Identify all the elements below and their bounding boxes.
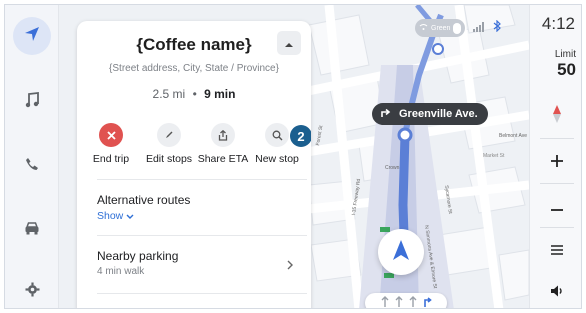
rail-car-button[interactable] (13, 211, 51, 249)
chevron-up-icon (285, 34, 293, 52)
chevron-right-icon (287, 257, 293, 275)
lane-right-icon (423, 294, 432, 308)
zoom-out-button[interactable] (534, 185, 580, 225)
share-eta-label: Share ETA (197, 153, 249, 165)
rail-phone-button[interactable] (13, 147, 51, 185)
next-turn-banner: Greenville Ave. (372, 103, 488, 125)
new-stop-label: New stop (255, 153, 299, 165)
volume-button[interactable] (534, 271, 580, 308)
menu-button[interactable] (534, 229, 580, 269)
share-eta-button[interactable]: Share ETA (192, 123, 254, 165)
street-label: Belmont Ave (499, 133, 527, 139)
show-routes-label: Show (97, 210, 124, 222)
edit-stops-label: Edit stops (145, 153, 193, 165)
destination-address: {Street address, City, State / Province} (109, 63, 279, 74)
zoom-in-icon (551, 150, 563, 173)
divider (97, 179, 307, 180)
nearby-parking-title: Nearby parking (97, 249, 179, 263)
lane-straight-icon (381, 294, 389, 308)
rail-navigation-button[interactable] (13, 17, 51, 55)
divider (97, 235, 307, 236)
volume-icon (550, 280, 564, 303)
divider (540, 183, 574, 184)
nearby-parking-subtitle: 4 min walk (97, 266, 145, 277)
turn-right-icon (380, 107, 391, 121)
street-label: Market St (483, 153, 505, 159)
clock: 4:12 (541, 14, 575, 33)
recenter-button[interactable] (378, 229, 424, 275)
end-trip-button[interactable]: End trip (80, 123, 142, 165)
music-icon (25, 91, 39, 113)
chevron-down-icon (126, 210, 134, 222)
eta-separator: • (192, 87, 197, 101)
lane-guidance (365, 293, 447, 308)
destination-title: {Coffee name} (136, 35, 252, 54)
phone-icon (25, 157, 39, 176)
trip-distance: 2.5 mi (152, 87, 186, 101)
step-badge: 2 (290, 125, 311, 147)
wifi-icon (419, 23, 428, 33)
status-bar: Green (415, 19, 501, 37)
lane-straight-icon (409, 294, 417, 308)
speed-limit-sign: Limit 50 (534, 49, 580, 80)
zoom-out-icon (551, 194, 563, 217)
trip-actions: End trip Edit stops Share ETA New stop (77, 123, 311, 167)
zoom-in-button[interactable] (534, 141, 580, 181)
lane-straight-icon (395, 294, 403, 308)
app-rail (5, 5, 59, 308)
signal-icon (473, 19, 485, 37)
status-pill[interactable]: Green (415, 19, 465, 37)
show-routes-link[interactable]: Show (97, 210, 307, 222)
speed-limit-value: 50 (557, 60, 576, 79)
end-trip-label: End trip (92, 153, 130, 165)
alternative-routes-section: Alternative routes Show (97, 193, 307, 222)
pencil-icon (157, 123, 181, 147)
compass-icon (553, 105, 561, 129)
trip-panel: {Coffee name} {Street address, City, Sta… (77, 21, 311, 308)
share-icon (211, 123, 235, 147)
divider (540, 138, 574, 139)
trip-duration: 9 min (204, 87, 236, 101)
street-label: Crown (385, 165, 400, 171)
car-icon (24, 221, 40, 240)
collapse-button[interactable] (277, 31, 301, 55)
menu-icon (551, 238, 563, 261)
speed-limit-label: Limit (554, 49, 576, 60)
settings-icon (25, 282, 40, 302)
edit-stops-button[interactable]: Edit stops (138, 123, 200, 165)
trip-eta: 2.5 mi • 9 min (77, 87, 311, 101)
toggle-knob (453, 22, 461, 34)
close-icon (99, 123, 123, 147)
car-display: Crown I-35 Freeway Rd N Simmons Ave & El… (4, 4, 582, 309)
next-street-name: Greenville Ave. (399, 108, 478, 120)
divider (540, 227, 574, 228)
bluetooth-icon (493, 19, 501, 37)
map-controls: 4:12 Limit 50 (529, 5, 581, 308)
search-icon (265, 123, 289, 147)
divider (97, 293, 307, 294)
navigation-arrow-icon (391, 239, 411, 266)
alternative-routes-title: Alternative routes (97, 193, 191, 207)
compass-button[interactable] (534, 97, 580, 137)
app-frame: Crown I-35 Freeway Rd N Simmons Ave & El… (0, 0, 586, 313)
navigation-icon (24, 26, 40, 47)
status-pill-label: Green (431, 24, 451, 32)
rail-music-button[interactable] (13, 83, 51, 121)
rail-settings-button[interactable] (13, 273, 51, 308)
nearby-parking-row[interactable]: Nearby parking 4 min walk (97, 249, 307, 277)
